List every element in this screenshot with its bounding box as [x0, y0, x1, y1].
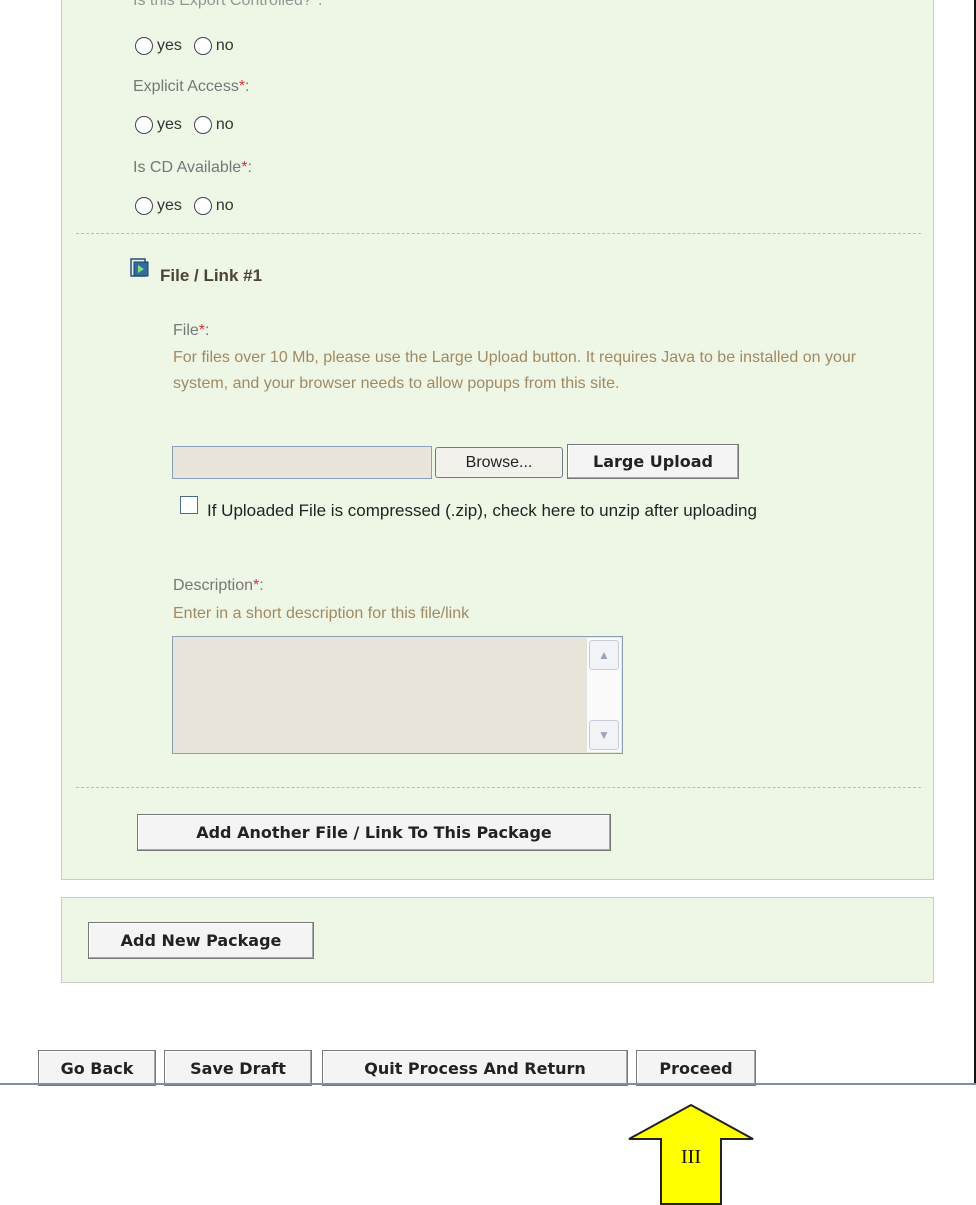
- radio-yes[interactable]: [135, 116, 153, 134]
- save-draft-button[interactable]: Save Draft: [164, 1050, 312, 1086]
- file-help-text: For files over 10 Mb, please use the Lar…: [173, 349, 857, 392]
- question-label: Is this Export Controlled?*:: [133, 0, 323, 9]
- description-textarea[interactable]: ▲ ▼: [172, 636, 623, 754]
- question-label: Explicit Access*:: [133, 78, 250, 95]
- description-label: Description*:: [173, 577, 264, 594]
- add-another-file-button[interactable]: Add Another File / Link To This Package: [137, 814, 611, 851]
- radio-yes[interactable]: [135, 197, 153, 215]
- footer-rule: [0, 1083, 976, 1085]
- go-back-button[interactable]: Go Back: [38, 1050, 156, 1086]
- proceed-button[interactable]: Proceed: [636, 1050, 756, 1086]
- quit-process-button[interactable]: Quit Process And Return: [322, 1050, 628, 1086]
- scroll-down-icon[interactable]: ▼: [589, 720, 619, 750]
- browse-button[interactable]: Browse...: [435, 447, 563, 478]
- section-divider: [76, 233, 921, 234]
- radio-no[interactable]: [193, 197, 212, 215]
- add-new-package-button[interactable]: Add New Package: [88, 922, 314, 959]
- cd-available-options: yes no: [135, 197, 234, 215]
- description-scrollbar[interactable]: ▲ ▼: [586, 638, 621, 752]
- scroll-up-icon[interactable]: ▲: [589, 640, 619, 670]
- file-path-input[interactable]: [172, 446, 432, 479]
- arrow-label: III: [681, 1146, 701, 1168]
- unzip-label: If Uploaded File is compressed (.zip), c…: [207, 501, 757, 520]
- large-upload-button[interactable]: Large Upload: [567, 444, 739, 479]
- description-help-text: Enter in a short description for this fi…: [173, 605, 470, 622]
- explicit-access-options: yes no: [135, 116, 234, 134]
- export-controlled-options: yes no: [135, 37, 234, 55]
- section-divider: [76, 787, 921, 788]
- radio-yes[interactable]: [135, 37, 153, 55]
- file-link-title: File / Link #1: [160, 266, 263, 285]
- file-link-icon[interactable]: [130, 258, 150, 283]
- radio-no[interactable]: [193, 37, 212, 55]
- question-label: Is CD Available*:: [133, 159, 252, 176]
- radio-no[interactable]: [193, 116, 212, 134]
- file-label: File*:: [173, 322, 210, 339]
